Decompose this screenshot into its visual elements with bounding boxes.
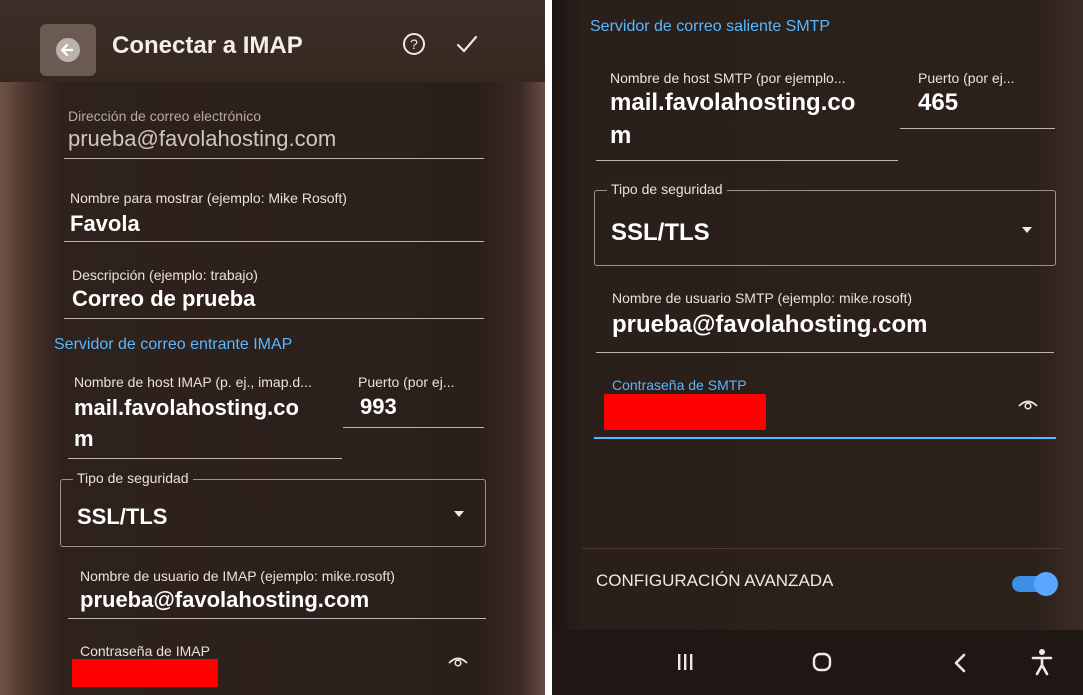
svg-text:?: ?	[410, 36, 418, 52]
advanced-settings-label: CONFIGURACIÓN AVANZADA	[596, 571, 834, 590]
toggle-thumb	[1034, 572, 1058, 596]
smtp-setup-screen: Servidor de correo saliente SMTP Nombre …	[552, 0, 1083, 695]
smtp-security-type-value: SSL/TLS	[611, 219, 710, 246]
redacted-password[interactable]	[72, 659, 218, 687]
email-label: Dirección de correo electrónico	[68, 108, 261, 124]
smtp-host-field-wrap: m	[610, 122, 632, 149]
imap-password-label: Contraseña de IMAP	[80, 643, 210, 659]
advanced-settings-toggle[interactable]	[1012, 572, 1058, 596]
imap-host-underline	[68, 458, 342, 459]
incoming-section-title: Servidor de correo entrante IMAP	[54, 336, 293, 353]
smtp-host-label: Nombre de host SMTP (por ejemplo...	[610, 70, 846, 86]
toolbar: Conectar a IMAP ?	[0, 0, 545, 82]
imap-user-field[interactable]: prueba@favolahosting.com	[80, 587, 369, 613]
description-label: Descripción (ejemplo: trabajo)	[72, 267, 258, 283]
smtp-host-underline	[596, 160, 898, 161]
eye-icon[interactable]	[1018, 398, 1038, 412]
smtp-user-field[interactable]: prueba@favolahosting.com	[612, 311, 927, 339]
chevron-down-icon	[454, 511, 464, 517]
smtp-password-underline-focused	[594, 437, 1056, 439]
chevron-down-icon	[1022, 227, 1032, 233]
check-icon[interactable]	[455, 33, 479, 55]
system-nav-bar	[552, 630, 1083, 695]
help-circle-icon[interactable]: ?	[402, 32, 426, 56]
imap-port-field[interactable]: 993	[360, 394, 397, 420]
description-field[interactable]: Correo de prueba	[72, 286, 255, 312]
imap-user-underline	[68, 618, 486, 619]
imap-host-field-wrap: m	[74, 426, 94, 451]
smtp-host-field[interactable]: mail.favolahosting.co	[610, 89, 855, 117]
smtp-security-type-legend: Tipo de seguridad	[607, 181, 727, 197]
imap-host-label: Nombre de host IMAP (p. ej., imap.d...	[74, 374, 312, 390]
display-name-label: Nombre para mostrar (ejemplo: Mike Rosof…	[70, 190, 347, 206]
security-type-legend: Tipo de seguridad	[73, 470, 193, 486]
smtp-port-underline	[900, 128, 1055, 129]
page-title: Conectar a IMAP	[112, 32, 303, 59]
outgoing-section-title: Servidor de correo saliente SMTP	[590, 18, 831, 35]
imap-port-underline	[343, 427, 484, 428]
smtp-user-label: Nombre de usuario SMTP (ejemplo: mike.ro…	[612, 290, 913, 306]
display-name-field[interactable]: Favola	[70, 211, 140, 237]
smtp-port-field[interactable]: 465	[918, 89, 958, 117]
eye-icon[interactable]	[448, 655, 468, 669]
imap-setup-screen: Conectar a IMAP ? Dirección de correo el…	[0, 0, 545, 695]
smtp-port-label: Puerto (por ej...	[918, 70, 1015, 86]
redacted-password[interactable]	[604, 394, 766, 430]
imap-port-label: Puerto (por ej...	[358, 374, 455, 390]
home-icon[interactable]	[810, 650, 834, 674]
imap-user-label: Nombre de usuario de IMAP (ejemplo: mike…	[80, 568, 395, 584]
recents-icon[interactable]	[676, 652, 694, 672]
back-button[interactable]	[40, 24, 96, 76]
smtp-user-underline	[596, 352, 1054, 353]
section-divider	[582, 548, 1062, 549]
description-underline	[64, 318, 484, 319]
email-underline	[64, 158, 484, 159]
smtp-password-label: Contraseña de SMTP	[612, 377, 747, 393]
accessibility-icon[interactable]	[1030, 648, 1054, 676]
arrow-back-icon	[56, 38, 80, 62]
imap-host-field[interactable]: mail.favolahosting.co	[74, 395, 299, 421]
security-type-select[interactable]: Tipo de seguridad SSL/TLS	[60, 470, 486, 547]
email-field[interactable]: prueba@favolahosting.com	[68, 126, 336, 152]
smtp-security-type-select[interactable]: Tipo de seguridad SSL/TLS	[594, 181, 1056, 266]
nav-back-icon[interactable]	[952, 652, 968, 674]
security-type-value: SSL/TLS	[77, 504, 168, 529]
display-name-underline	[64, 241, 484, 242]
